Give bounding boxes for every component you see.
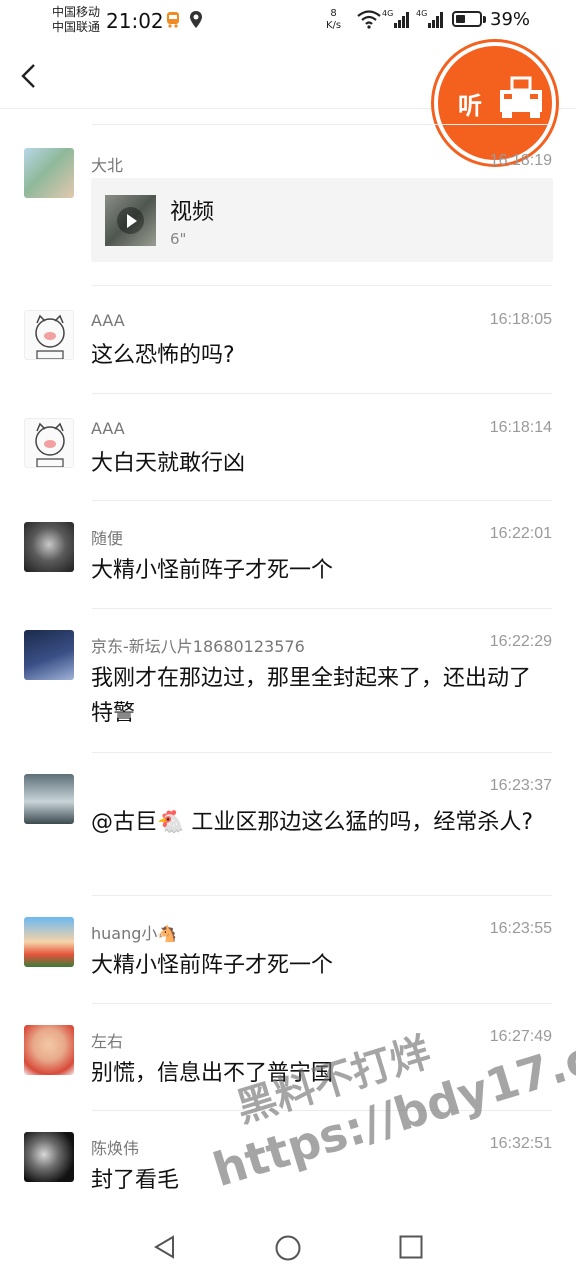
message-separator [92, 608, 552, 609]
play-icon [117, 207, 144, 234]
sender-name: 左右 [91, 1032, 124, 1051]
back-triangle-icon[interactable] [152, 1234, 178, 1264]
video-duration: 6" [170, 230, 187, 248]
battery-level [456, 15, 465, 23]
avatar[interactable] [24, 522, 74, 572]
message-time: 16:22:01 [489, 525, 552, 542]
message-separator [92, 1003, 552, 1004]
message-separator [92, 895, 552, 896]
avatar[interactable] [24, 418, 74, 468]
message-separator [92, 752, 552, 753]
video-thumbnail [105, 195, 156, 246]
message-time: 16:22:29 [489, 633, 552, 650]
video-message-card[interactable]: 视频 6" [91, 178, 553, 262]
signal-2-label: 4G [416, 9, 428, 18]
watermark-line-1: 黑料不打烊 [231, 1029, 436, 1132]
listen-badge-label: 听 [458, 92, 482, 120]
message-separator [92, 1110, 552, 1111]
back-chevron-icon[interactable] [16, 62, 42, 90]
message-time: 16:32:51 [489, 1135, 552, 1152]
listen-badge[interactable]: 听 [434, 42, 556, 164]
location-icon [189, 10, 203, 34]
signal-1-label: 4G [382, 9, 394, 18]
avatar[interactable] [24, 917, 74, 967]
video-title: 视频 [170, 200, 215, 225]
avatar[interactable] [24, 774, 74, 824]
wifi-icon [356, 9, 382, 33]
message-time: 16:27:49 [489, 1028, 552, 1045]
battery-tip [483, 16, 486, 23]
recents-square-icon[interactable] [398, 1234, 424, 1264]
avatar[interactable] [24, 148, 74, 198]
sender-name: AAA [91, 311, 125, 330]
carrier-info: 中国移动 中国联通 [52, 5, 100, 35]
signal-icon: 4G [382, 9, 412, 33]
avatar[interactable] [24, 310, 74, 360]
net-speed-unit: K/s [326, 20, 342, 31]
sender-name: 京东-新坛八片18680123576 [91, 637, 305, 656]
message-text: 别慌，信息出不了普宁国 [91, 1061, 334, 1086]
sender-name: 陈焕伟 [91, 1139, 140, 1158]
message-text: 大白天就敢行凶 [91, 451, 246, 476]
carrier-2: 中国联通 [52, 20, 101, 34]
sender-name: huang小🐴 [91, 924, 178, 943]
message-time: 16:23:55 [489, 920, 552, 937]
system-nav-bar [0, 1212, 576, 1280]
message-text: 这么恐怖的吗? [91, 343, 235, 368]
message-text: 大精小怪前阵子才死一个 [91, 953, 334, 978]
sender-name: AAA [91, 419, 125, 438]
message-text: @古巨🐔 工业区那边这么猛的吗，经常杀人? [91, 810, 534, 835]
home-circle-icon[interactable] [274, 1234, 302, 1266]
avatar[interactable] [24, 630, 74, 680]
avatar[interactable] [24, 1025, 74, 1075]
sender-name: 大北 [91, 156, 124, 175]
network-speed: 8 K/s [326, 8, 341, 32]
message-time: 16:18:19 [489, 152, 552, 169]
battery-percent: 39% [490, 9, 531, 30]
battery-icon [452, 11, 482, 27]
message-text: 封了看毛 [91, 1168, 180, 1193]
message-time: 16:18:14 [489, 419, 552, 436]
avatar[interactable] [24, 1132, 74, 1182]
car-icon [498, 76, 546, 130]
status-time: 21:02 [106, 9, 164, 33]
status-bar: 中国移动 中国联通 21:02 8 K/s 4G 4G 39% [0, 0, 576, 44]
carrier-1: 中国移动 [52, 5, 101, 19]
message-time: 16:18:05 [489, 311, 552, 328]
message-time: 16:23:37 [489, 777, 552, 794]
net-speed-value: 8 [330, 8, 337, 19]
signal-icon: 4G [416, 9, 446, 33]
message-text: 我刚才在那边过，那里全封起来了，还出动了特警 [91, 666, 532, 726]
message-separator [92, 285, 552, 286]
message-separator [92, 124, 552, 125]
message-separator [92, 393, 552, 394]
message-separator [92, 500, 552, 501]
sender-name: 随便 [91, 529, 124, 548]
transit-icon [165, 10, 181, 34]
message-text: 大精小怪前阵子才死一个 [91, 558, 334, 583]
